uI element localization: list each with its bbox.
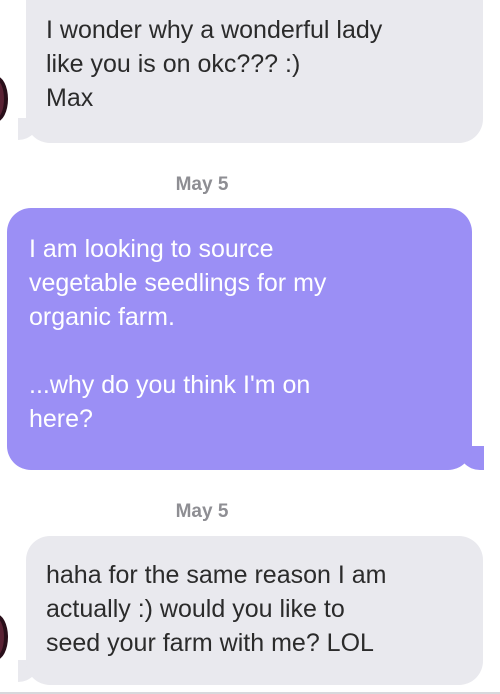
- outgoing-message[interactable]: I am looking to source vegetable seedlin…: [7, 208, 472, 470]
- message-timestamp: May 5: [175, 174, 229, 195]
- incoming-message[interactable]: haha for the same reason I am actually :…: [26, 536, 483, 685]
- sender-avatar[interactable]: [0, 614, 8, 660]
- sender-avatar[interactable]: [0, 76, 8, 122]
- incoming-message[interactable]: I wonder why a wonderful lady like you i…: [26, 0, 483, 143]
- message-thread: I wonder why a wonderful lady like you i…: [0, 0, 500, 694]
- message-timestamp: May 5: [175, 501, 229, 522]
